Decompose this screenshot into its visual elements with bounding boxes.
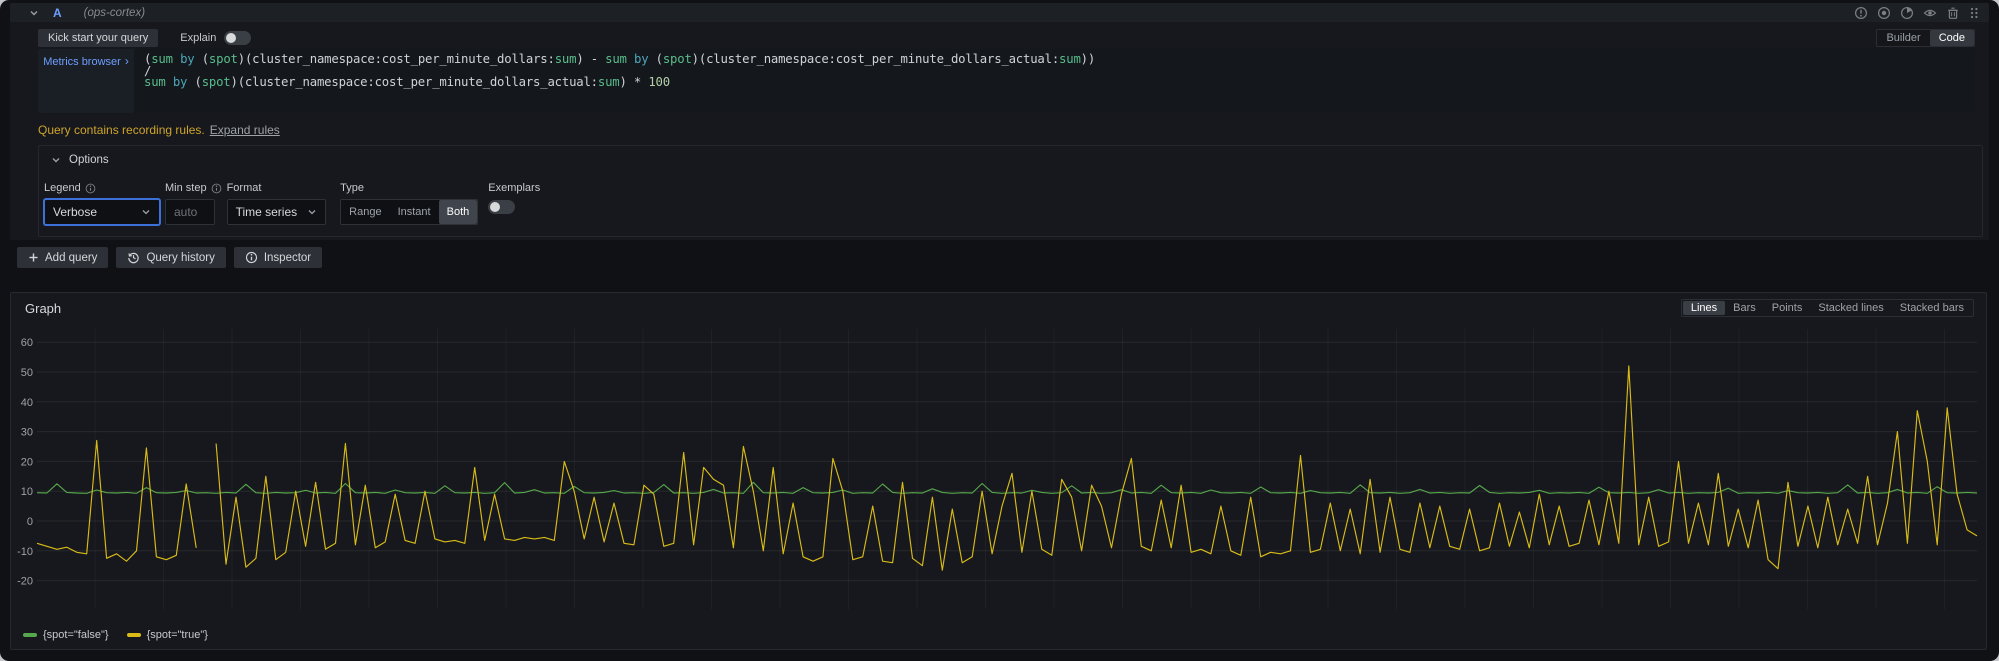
graph-panel: Graph Lines Bars Points Stacked lines St…	[10, 292, 1987, 650]
format-select-value: Time series	[236, 205, 298, 219]
options-title: Options	[69, 154, 109, 166]
query-row-header[interactable]: A (ops-cortex)	[10, 3, 1989, 22]
warning-text: Query contains recording rules.	[38, 123, 205, 137]
type-field-label: Type	[340, 182, 364, 194]
query-editor: Metrics browser › (sum by (spot)(cluster…	[38, 49, 1975, 113]
inspector-button[interactable]: Inspector	[234, 247, 322, 268]
svg-text:60: 60	[21, 337, 33, 349]
recording-rules-warning: Query contains recording rules. Expand ru…	[38, 123, 280, 137]
chevron-down-icon	[307, 207, 317, 217]
svg-text:-20: -20	[17, 576, 33, 588]
legend-field: Legend Verbose	[44, 182, 160, 225]
query-actions-row: Add query Query history Inspector	[17, 247, 322, 268]
legend-select[interactable]: Verbose	[44, 199, 160, 225]
graph-legend: {spot="false"} {spot="true"}	[23, 629, 208, 641]
svg-text:10: 10	[21, 486, 33, 498]
min-step-field-label: Min step	[165, 182, 207, 194]
plus-icon	[28, 252, 39, 263]
chevron-down-icon	[141, 207, 151, 217]
options-header[interactable]: Options	[39, 146, 1982, 174]
svg-text:-10: -10	[17, 546, 33, 558]
format-select[interactable]: Time series	[227, 199, 327, 225]
options-section: Options Legend Verbose	[38, 145, 1983, 237]
svg-text:50: 50	[21, 367, 33, 379]
query-code[interactable]: (sum by (spot)(cluster_namespace:cost_pe…	[134, 49, 1975, 113]
legend-label: {spot="false"}	[43, 629, 109, 641]
toggle-knob	[490, 202, 500, 212]
query-history-button[interactable]: Query history	[116, 247, 225, 268]
inspector-label: Inspector	[264, 252, 311, 264]
type-field: Type Range Instant Both	[340, 182, 478, 225]
min-step-input[interactable]	[165, 199, 215, 225]
metrics-browser-label: Metrics browser	[43, 56, 121, 68]
exemplars-field: Exemplars	[488, 182, 540, 214]
legend-item[interactable]: {spot="true"}	[127, 629, 208, 641]
exemplars-toggle[interactable]	[488, 200, 515, 214]
info-circle-icon	[245, 251, 258, 264]
collapse-chevron-icon[interactable]	[29, 8, 39, 18]
editor-mode-code[interactable]: Code	[1930, 30, 1974, 46]
legend-label: {spot="true"}	[147, 629, 208, 641]
type-option-range[interactable]: Range	[341, 200, 389, 224]
graph-mode-group: Lines Bars Points Stacked lines Stacked …	[1681, 299, 1974, 317]
record-circle-icon[interactable]	[1877, 6, 1891, 20]
options-fields: Legend Verbose Min step	[44, 182, 545, 225]
explain-control: Explain	[180, 31, 251, 45]
query-toolbar: Kick start your query Explain Builder Co…	[38, 29, 1975, 47]
explain-toggle[interactable]	[224, 31, 251, 45]
type-option-both[interactable]: Both	[439, 200, 478, 224]
query-card: A (ops-cortex)	[10, 3, 1989, 240]
svg-text:30: 30	[21, 427, 33, 439]
eye-icon[interactable]	[1923, 6, 1937, 20]
add-query-label: Add query	[45, 252, 97, 264]
grafana-query-editor: A (ops-cortex)	[0, 0, 1999, 661]
legend-field-label: Legend	[44, 182, 81, 194]
legend-swatch	[23, 633, 37, 637]
legend-select-value: Verbose	[53, 205, 97, 219]
query-row-actions	[1854, 6, 1979, 20]
expand-rules-link[interactable]: Expand rules	[210, 123, 280, 137]
datasource-hint: (ops-cortex)	[84, 7, 145, 19]
type-radio-group: Range Instant Both	[340, 199, 478, 225]
format-field: Format Time series	[227, 182, 327, 225]
svg-text:40: 40	[21, 397, 33, 409]
explain-label: Explain	[180, 32, 216, 44]
query-history-label: Query history	[146, 252, 214, 264]
trash-icon[interactable]	[1946, 6, 1960, 20]
pie-chart-icon[interactable]	[1900, 6, 1914, 20]
query-ref-id: A	[53, 6, 62, 20]
kick-start-query-button[interactable]: Kick start your query	[38, 29, 158, 47]
metrics-browser-button[interactable]: Metrics browser ›	[38, 49, 134, 113]
legend-swatch	[127, 633, 141, 637]
add-query-button[interactable]: Add query	[17, 247, 108, 268]
mode-stacked-lines[interactable]: Stacked lines	[1810, 301, 1891, 315]
chevron-right-icon: ›	[125, 56, 129, 66]
graph-svg[interactable]: 60 50 40 30 20 10 0 -10 -20	[15, 321, 1984, 621]
mode-lines[interactable]: Lines	[1683, 301, 1725, 315]
info-icon	[211, 183, 222, 194]
editor-mode-toggle: Builder Code	[1876, 29, 1975, 47]
format-field-label: Format	[227, 182, 262, 194]
legend-item[interactable]: {spot="false"}	[23, 629, 109, 641]
chevron-down-icon	[51, 155, 61, 165]
mode-points[interactable]: Points	[1764, 301, 1811, 315]
min-step-field: Min step	[165, 182, 222, 225]
svg-text:20: 20	[21, 456, 33, 468]
editor-mode-builder[interactable]: Builder	[1877, 30, 1929, 46]
mode-bars[interactable]: Bars	[1725, 301, 1764, 315]
panel-title: Graph	[25, 301, 61, 316]
mode-stacked-bars[interactable]: Stacked bars	[1892, 301, 1972, 315]
exemplars-field-label: Exemplars	[488, 182, 540, 194]
svg-text:0: 0	[27, 516, 33, 528]
info-icon	[85, 183, 96, 194]
drag-handle-icon[interactable]	[1969, 6, 1979, 20]
type-option-instant[interactable]: Instant	[390, 200, 439, 224]
history-icon	[127, 251, 140, 264]
toggle-knob	[226, 33, 236, 43]
alert-circle-icon[interactable]	[1854, 6, 1868, 20]
